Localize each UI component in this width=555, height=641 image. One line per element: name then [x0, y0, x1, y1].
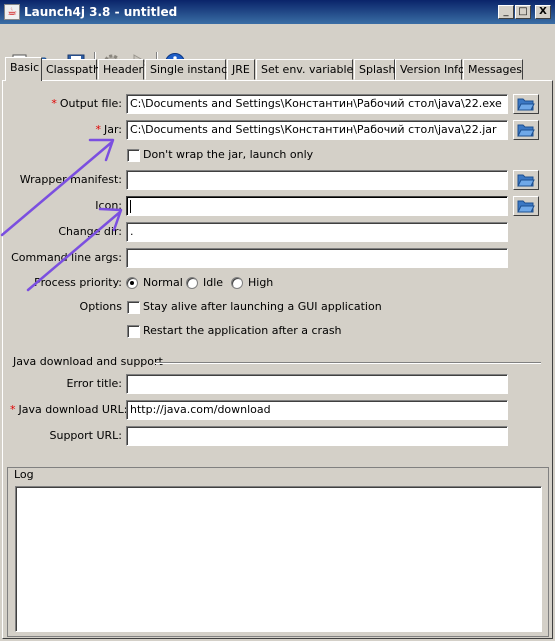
tab-set-env-variables[interactable]: Set env. variables: [256, 59, 359, 80]
browse-output-file-button[interactable]: [513, 94, 539, 114]
output-file-label: * Output file:: [51, 97, 122, 110]
java-app-icon: ☕: [4, 4, 20, 20]
java-download-group-title: Java download and support: [13, 355, 163, 368]
support-url-field[interactable]: [126, 426, 508, 446]
wrapper-manifest-label: Wrapper manifest:: [19, 173, 122, 186]
restart-on-crash-checkbox[interactable]: [127, 325, 140, 338]
open-folder-icon: [517, 200, 535, 213]
stay-alive-label: Stay alive after launching a GUI applica…: [143, 300, 382, 313]
icon-field[interactable]: [126, 196, 508, 216]
jar-field[interactable]: C:\Documents and Settings\Константин\Раб…: [126, 120, 508, 140]
icon-label: Icon:: [95, 199, 122, 212]
window-title: Launch4j 3.8 - untitled: [24, 5, 178, 19]
required-marker: *: [10, 403, 16, 416]
wrapper-manifest-field[interactable]: [126, 170, 508, 190]
group-divider: [155, 362, 541, 364]
title-bar[interactable]: ☕ Launch4j 3.8 - untitled _ □ X: [0, 0, 555, 24]
tab-splash[interactable]: Splash: [354, 59, 395, 80]
tab-jre[interactable]: JRE: [227, 59, 255, 80]
stay-alive-checkbox[interactable]: [127, 301, 140, 314]
restart-on-crash-label: Restart the application after a crash: [143, 324, 342, 337]
open-folder-icon: [517, 124, 535, 137]
priority-high-label: High: [248, 276, 274, 289]
support-url-label: Support URL:: [49, 429, 122, 442]
priority-normal-radio[interactable]: [126, 277, 138, 289]
close-button[interactable]: X: [535, 5, 551, 19]
text-caret: [130, 199, 131, 213]
process-priority-label: Process priority:: [34, 276, 122, 289]
command-line-args-field[interactable]: [126, 248, 508, 268]
output-file-field[interactable]: C:\Documents and Settings\Константин\Раб…: [126, 94, 508, 114]
error-title-field[interactable]: [126, 374, 508, 394]
browse-jar-button[interactable]: [513, 120, 539, 140]
change-dir-label: Change dir:: [58, 225, 122, 238]
tab-header[interactable]: Header: [98, 59, 144, 80]
command-line-args-label: Command line args:: [11, 251, 122, 264]
tab-version-info[interactable]: Version Info: [395, 59, 465, 80]
java-download-url-field[interactable]: http://java.com/download: [126, 400, 508, 420]
priority-normal-label: Normal: [143, 276, 183, 289]
tab-classpath[interactable]: Classpath: [41, 59, 100, 80]
browse-icon-button[interactable]: [513, 196, 539, 216]
dont-wrap-checkbox[interactable]: [127, 149, 140, 162]
open-folder-icon: [517, 98, 535, 111]
minimize-button[interactable]: _: [498, 5, 514, 19]
jar-label: * Jar:: [95, 123, 122, 136]
priority-idle-radio[interactable]: [186, 277, 198, 289]
log-text-area[interactable]: [15, 486, 542, 632]
log-title: Log: [12, 468, 36, 482]
tab-single-instance[interactable]: Single instance: [145, 59, 234, 80]
options-label: Options: [79, 300, 122, 313]
java-download-url-label: * Java download URL:: [10, 403, 128, 416]
tab-basic[interactable]: Basic: [5, 57, 42, 81]
error-title-label: Error title:: [66, 377, 122, 390]
toolbar: [0, 24, 555, 74]
required-marker: *: [51, 97, 57, 110]
tab-messages[interactable]: Messages: [463, 59, 523, 80]
change-dir-field[interactable]: .: [126, 222, 508, 242]
priority-idle-label: Idle: [203, 276, 224, 289]
dont-wrap-label: Don't wrap the jar, launch only: [143, 148, 314, 161]
required-marker: *: [95, 123, 101, 136]
open-folder-icon: [517, 174, 535, 187]
maximize-button[interactable]: □: [515, 5, 531, 19]
browse-manifest-button[interactable]: [513, 170, 539, 190]
priority-high-radio[interactable]: [231, 277, 243, 289]
